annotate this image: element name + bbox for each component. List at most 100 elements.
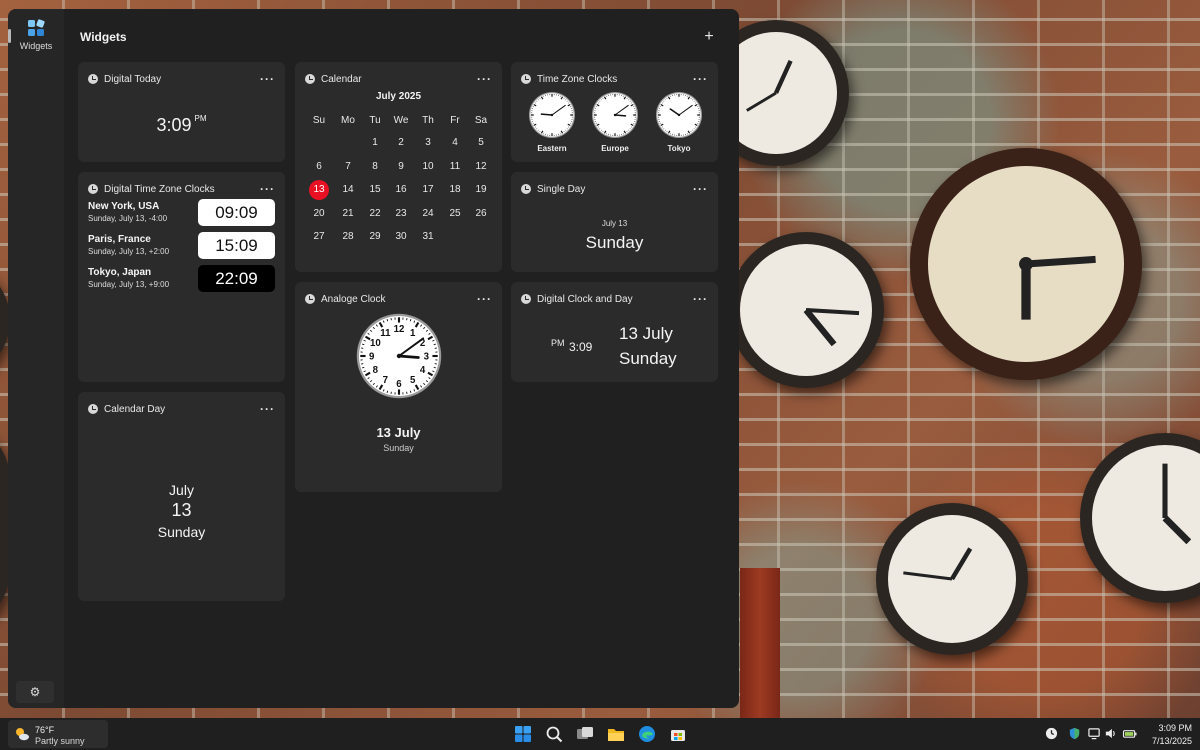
clock-icon — [88, 404, 98, 414]
calendar-month-label: July 2025 — [375, 91, 422, 102]
calendar-day[interactable]: 26 — [468, 208, 494, 219]
calendar-day[interactable]: 21 — [335, 208, 361, 219]
weather-widget-button[interactable]: 76°F Partly sunny — [8, 720, 108, 748]
am-pm-label: PM — [551, 338, 565, 348]
calendar-day[interactable]: 4 — [442, 137, 468, 148]
calendar-day[interactable]: 22 — [362, 208, 388, 219]
widget-digital-time-zone-clocks[interactable]: Digital Time Zone Clocks ··· New York, U… — [78, 172, 285, 382]
more-options-button[interactable]: ··· — [477, 73, 492, 85]
digital-clock-weekday: Sunday — [619, 349, 677, 368]
calendar-day[interactable]: 1 — [362, 137, 388, 148]
widget-title: Digital Clock and Day — [537, 293, 633, 305]
calendar-day[interactable]: 14 — [335, 184, 361, 195]
calendar-day[interactable]: 16 — [388, 184, 414, 195]
more-options-button[interactable]: ··· — [260, 183, 275, 195]
more-options-button[interactable]: ··· — [477, 293, 492, 305]
widget-digital-clock-and-day[interactable]: Digital Clock and Day ··· PM 3:09 13 Jul… — [511, 282, 718, 382]
calendar-day[interactable]: 28 — [335, 231, 361, 242]
calendar-day[interactable]: 25 — [442, 208, 468, 219]
analog-clock-face: 1234567891011 12 — [356, 313, 442, 399]
widget-time-zone-clocks[interactable]: Time Zone Clocks ··· Eastern Europe Toky… — [511, 62, 718, 162]
calendar-day[interactable]: 15 — [362, 184, 388, 195]
taskbar-clock-time[interactable]: 3:09 PM — [1140, 723, 1192, 733]
calendar-day[interactable]: 31 — [415, 231, 441, 242]
clock-tray-icon[interactable] — [1045, 727, 1058, 740]
widget-single-day[interactable]: Single Day ··· July 13 Sunday — [511, 172, 718, 272]
more-options-button[interactable]: ··· — [693, 73, 708, 85]
widget-analoge-clock[interactable]: Analoge Clock ··· 1 2 3 4 5 6 7 8 9 10 11 12 13 Jul… — [295, 282, 502, 492]
clock-number: 3 — [424, 352, 430, 363]
calendar-weekday-header: We — [393, 115, 409, 126]
calendar-day[interactable]: 17 — [415, 184, 441, 195]
calendar-day[interactable]: 2 — [388, 137, 414, 148]
network-icon[interactable] — [1088, 727, 1101, 740]
tz-date: Sunday, July 13, -4:00 — [88, 214, 168, 223]
widget-title: Time Zone Clocks — [537, 73, 618, 85]
calendar-day[interactable]: 20 — [306, 208, 332, 219]
calendar-day[interactable]: 10 — [415, 161, 441, 172]
widget-title: Calendar — [321, 73, 362, 85]
windows-start-icon[interactable] — [514, 725, 532, 743]
search-icon[interactable] — [545, 725, 563, 743]
analog-clock-weekday: Sunday — [383, 443, 414, 453]
more-options-button[interactable]: ··· — [693, 293, 708, 305]
calendar-day[interactable]: 6 — [306, 161, 332, 172]
store-icon[interactable] — [669, 725, 687, 743]
calendar-day[interactable]: 3 — [415, 137, 441, 148]
clock-number: 9 — [369, 352, 375, 363]
clock-icon — [88, 184, 98, 194]
wallpaper-clock — [728, 232, 884, 388]
settings-button[interactable]: ⚙ — [16, 681, 54, 703]
widget-title: Single Day — [537, 183, 586, 195]
widget-calendar[interactable]: Calendar ··· July 2025 Su Mo Tu We Th Fr Sa 1 2 3… — [295, 62, 502, 272]
calendar-day[interactable]: 23 — [388, 208, 414, 219]
calendar-day[interactable]: 12 — [468, 161, 494, 172]
clock-center-cap — [396, 353, 402, 359]
add-widget-button[interactable]: + — [698, 26, 720, 48]
security-shield-icon[interactable] — [1068, 727, 1081, 740]
calendar-day-weekday: Sunday — [157, 524, 206, 540]
file-explorer-icon[interactable] — [607, 725, 625, 743]
tz-row: New York, USA Sunday, July 13, -4:00 09:… — [88, 199, 275, 227]
more-options-button[interactable]: ··· — [260, 403, 275, 415]
widget-calendar-day[interactable]: Calendar Day ··· July 13 Sunday — [78, 392, 285, 601]
taskbar-clock-date[interactable]: 7/13/2025 — [1140, 736, 1192, 746]
calendar-day-today[interactable]: 13 — [309, 180, 329, 200]
calendar-weekday-header: Sa — [474, 115, 488, 126]
rail-selected-indicator — [8, 29, 11, 43]
clock-center-cap — [613, 113, 617, 117]
tz-time-box: 15:09 — [198, 232, 275, 259]
widget-title: Analoge Clock — [321, 293, 386, 305]
clock-number: 5 — [410, 375, 416, 386]
calendar-day[interactable]: 18 — [442, 184, 468, 195]
calendar-day[interactable]: 27 — [306, 231, 332, 242]
calendar-day[interactable]: 30 — [388, 231, 414, 242]
battery-icon[interactable] — [1122, 727, 1138, 740]
calendar-day[interactable]: 7 — [335, 161, 361, 172]
widget-digital-today[interactable]: Digital Today ··· 3:09 PM — [78, 62, 285, 162]
clock-hour-hand — [397, 354, 420, 359]
more-options-button[interactable]: ··· — [693, 183, 708, 195]
clock-number: 8 — [373, 365, 379, 376]
digital-time: 3:09 — [156, 115, 192, 135]
rail-widgets-button[interactable]: Widgets — [12, 19, 60, 65]
calendar-day[interactable]: 9 — [388, 161, 414, 172]
calendar-day[interactable]: 24 — [415, 208, 441, 219]
calendar-day[interactable]: 8 — [362, 161, 388, 172]
rail-widgets-label: Widgets — [19, 41, 53, 51]
wallpaper-clock — [876, 503, 1028, 655]
tz-time-box: 22:09 — [198, 265, 275, 292]
clock-number: 11 — [380, 328, 391, 339]
digital-time-display: 3:09 PM — [78, 114, 285, 136]
volume-icon[interactable] — [1104, 727, 1117, 740]
edge-browser-icon[interactable] — [638, 725, 656, 743]
calendar-day[interactable]: 5 — [468, 137, 494, 148]
tz-clock-label: Eastern — [537, 144, 567, 153]
clock-hour-hand — [614, 114, 627, 117]
calendar-day[interactable]: 19 — [468, 184, 494, 195]
task-view-icon[interactable] — [576, 725, 594, 743]
more-options-button[interactable]: ··· — [260, 73, 275, 85]
calendar-day[interactable]: 29 — [362, 231, 388, 242]
calendar-weekday-header: Su — [312, 115, 326, 126]
calendar-day[interactable]: 11 — [442, 161, 468, 172]
